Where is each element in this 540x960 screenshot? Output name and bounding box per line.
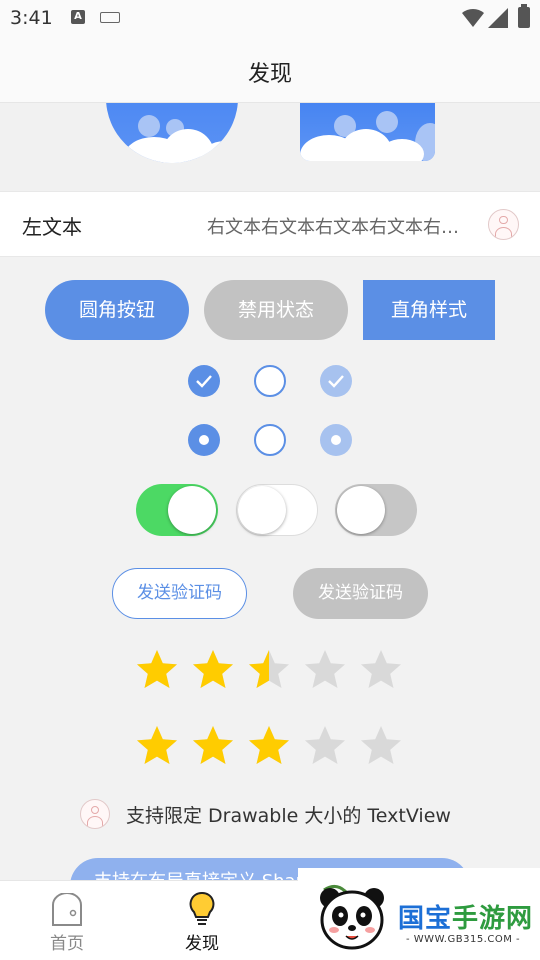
panda-logo-icon xyxy=(320,885,384,950)
watermark-url: - WWW.GB315.COM - xyxy=(406,934,521,945)
radio-selected[interactable] xyxy=(188,424,220,456)
checkbox-unchecked[interactable] xyxy=(254,365,286,397)
title-bar: 发现 xyxy=(0,38,540,103)
star-filled-icon[interactable] xyxy=(190,648,236,692)
send-code-button[interactable]: 发送验证码 xyxy=(112,568,247,619)
switch-disabled[interactable] xyxy=(335,484,417,536)
circle-image xyxy=(106,103,238,163)
star-filled-icon[interactable] xyxy=(190,724,236,768)
lightbulb-icon xyxy=(189,891,215,925)
nav-label-discover: 发现 xyxy=(185,934,219,954)
drawable-textview: 支持限定 Drawable 大小的 TextView xyxy=(126,805,451,827)
wifi-icon xyxy=(462,8,484,27)
check-icon xyxy=(196,375,212,388)
left-text: 左文本 xyxy=(22,215,82,239)
status-bar: 3:41 A xyxy=(0,0,540,38)
rounded-button[interactable]: 圆角按钮 xyxy=(45,280,189,340)
disabled-button[interactable]: 禁用状态 xyxy=(204,280,348,340)
home-icon xyxy=(52,893,82,926)
radio-disabled[interactable] xyxy=(320,424,352,456)
checkbox-disabled[interactable] xyxy=(320,365,352,397)
nav-item-discover[interactable]: 发现 xyxy=(162,881,242,960)
star-empty-icon[interactable] xyxy=(358,648,404,692)
star-filled-icon[interactable] xyxy=(134,724,180,768)
switch-off[interactable] xyxy=(236,484,318,536)
battery-icon xyxy=(518,4,530,28)
check-icon xyxy=(328,375,344,388)
signal-icon xyxy=(488,8,508,28)
right-text: 右文本右文本右文本右文本右文本 xyxy=(207,217,475,238)
switch-on[interactable] xyxy=(136,484,218,536)
square-button[interactable]: 直角样式 xyxy=(363,280,495,340)
star-filled-icon[interactable] xyxy=(134,648,180,692)
watermark-logo: 国宝手游网 - WWW.GB315.COM - xyxy=(298,868,540,960)
star-filled-icon[interactable] xyxy=(246,724,292,768)
star-empty-icon[interactable] xyxy=(302,648,348,692)
nav-item-home[interactable]: 首页 xyxy=(27,881,107,960)
setting-row[interactable]: 左文本 右文本右文本右文本右文本右文本 xyxy=(0,191,540,257)
nav-label-home: 首页 xyxy=(50,934,84,954)
star-empty-icon[interactable] xyxy=(302,724,348,768)
checkbox-checked[interactable] xyxy=(188,365,220,397)
image-strip xyxy=(0,103,540,191)
radio-unselected[interactable] xyxy=(254,424,286,456)
rounded-image xyxy=(300,103,435,161)
watermark-title: 国宝手游网 xyxy=(398,904,534,934)
status-time: 3:41 xyxy=(10,7,53,29)
notification-a-icon: A xyxy=(71,10,85,24)
keyboard-icon xyxy=(100,12,120,23)
avatar-icon xyxy=(488,209,519,240)
star-empty-icon[interactable] xyxy=(358,724,404,768)
send-code-button-disabled[interactable]: 发送验证码 xyxy=(293,568,428,619)
page-title: 发现 xyxy=(247,62,292,87)
avatar-icon xyxy=(80,799,110,829)
star-half-icon[interactable] xyxy=(246,648,292,692)
